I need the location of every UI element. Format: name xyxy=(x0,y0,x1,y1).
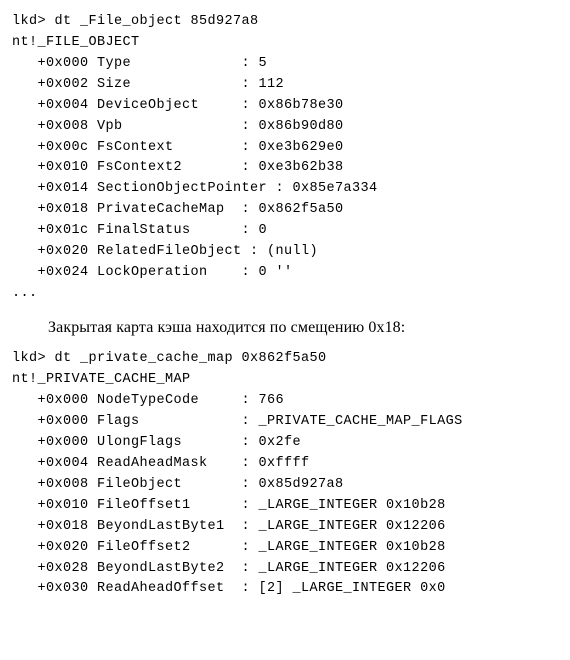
field-line: +0x000 NodeTypeCode : 766 xyxy=(12,391,562,412)
page: lkd> dt _File_object 85d927a8 nt!_FILE_O… xyxy=(0,0,570,614)
field-line: +0x01c FinalStatus : 0 xyxy=(12,221,562,242)
field-line: +0x002 Size : 112 xyxy=(12,75,562,96)
field-line: +0x020 FileOffset2 : _LARGE_INTEGER 0x10… xyxy=(12,538,562,559)
field-line: +0x00c FsContext : 0xe3b629e0 xyxy=(12,138,562,159)
prose-caption: Закрытая карта кэша находится по смещени… xyxy=(12,317,562,339)
field-line: +0x030 ReadAheadOffset : [2] _LARGE_INTE… xyxy=(12,579,562,600)
field-line: +0x014 SectionObjectPointer : 0x85e7a334 xyxy=(12,179,562,200)
field-line: +0x018 BeyondLastByte1 : _LARGE_INTEGER … xyxy=(12,517,562,538)
field-line: +0x010 FsContext2 : 0xe3b62b38 xyxy=(12,158,562,179)
debugger-prompt-2: lkd> dt _private_cache_map 0x862f5a50 xyxy=(12,349,562,370)
field-line: +0x000 Flags : _PRIVATE_CACHE_MAP_FLAGS xyxy=(12,412,562,433)
struct-name-2: nt!_PRIVATE_CACHE_MAP xyxy=(12,370,562,391)
field-line: +0x008 FileObject : 0x85d927a8 xyxy=(12,475,562,496)
debugger-prompt-1: lkd> dt _File_object 85d927a8 xyxy=(12,12,562,33)
ellipsis: ... xyxy=(12,284,562,305)
field-line: +0x010 FileOffset1 : _LARGE_INTEGER 0x10… xyxy=(12,496,562,517)
field-line: +0x000 Type : 5 xyxy=(12,54,562,75)
field-line: +0x000 UlongFlags : 0x2fe xyxy=(12,433,562,454)
field-line: +0x018 PrivateCacheMap : 0x862f5a50 xyxy=(12,200,562,221)
field-line: +0x024 LockOperation : 0 '' xyxy=(12,263,562,284)
field-line: +0x020 RelatedFileObject : (null) xyxy=(12,242,562,263)
field-line: +0x008 Vpb : 0x86b90d80 xyxy=(12,117,562,138)
field-line: +0x004 DeviceObject : 0x86b78e30 xyxy=(12,96,562,117)
field-line: +0x028 BeyondLastByte2 : _LARGE_INTEGER … xyxy=(12,559,562,580)
struct-name-1: nt!_FILE_OBJECT xyxy=(12,33,562,54)
field-line: +0x004 ReadAheadMask : 0xffff xyxy=(12,454,562,475)
